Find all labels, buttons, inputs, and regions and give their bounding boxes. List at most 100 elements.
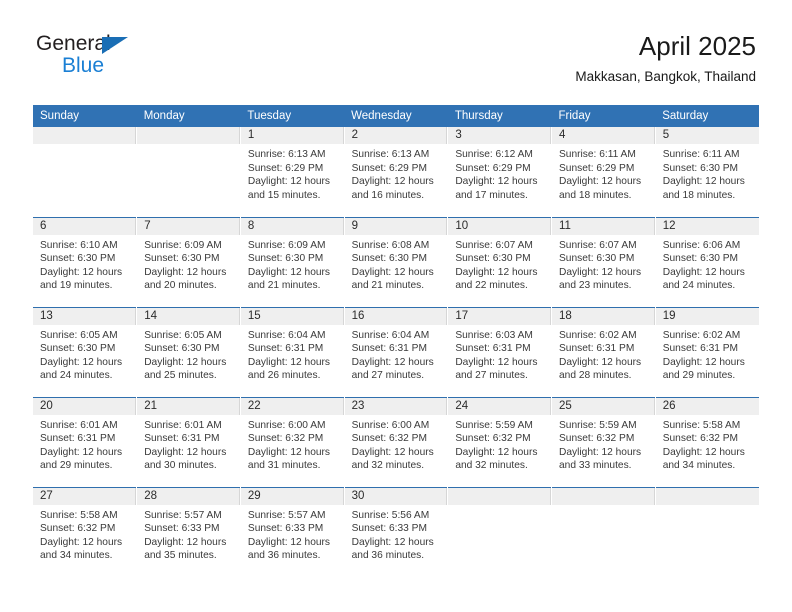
sunrise-text: Sunrise: 6:05 AM: [144, 329, 222, 341]
calendar-day-cell[interactable]: 25 Sunrise: 5:59 AM Sunset: 6:32 PM Dayligh…: [551, 396, 656, 487]
calendar-day-cell[interactable]: 14 Sunrise: 6:05 AM Sunset: 6:30 PM Dayligh…: [136, 306, 241, 397]
daylight-text: Daylight: 12 hours and 15 minutes.: [247, 176, 331, 201]
day-details: Sunrise: 5:58 AM Sunset: 6:32 PM Daylight:…: [655, 414, 759, 473]
day-details: Sunrise: 6:10 AM Sunset: 6:30 PM Daylight:…: [33, 234, 137, 293]
day-number: 3: [448, 127, 552, 144]
day-details: Sunrise: 6:11 AM Sunset: 6:30 PM Daylight:…: [655, 144, 759, 203]
sunset-text: Sunset: 6:30 PM: [662, 253, 739, 265]
location-subtitle: Makkasan, Bangkok, Thailand: [575, 69, 756, 84]
calendar-week-row: 13 Sunrise: 6:05 AM Sunset: 6:30 PM Dayligh…: [33, 306, 759, 397]
calendar-day-cell[interactable]: 15 Sunrise: 6:04 AM Sunset: 6:31 PM Dayligh…: [240, 306, 345, 397]
calendar-day-cell[interactable]: 9 Sunrise: 6:08 AM Sunset: 6:30 PM Daylight…: [344, 216, 449, 307]
day-details: Sunrise: 5:59 AM Sunset: 6:32 PM Daylight:…: [552, 414, 655, 473]
sunset-text: Sunset: 6:29 PM: [351, 162, 427, 174]
sunrise-text: Sunrise: 6:05 AM: [40, 329, 118, 341]
daylight-text: Daylight: 12 hours and 22 minutes.: [455, 266, 538, 292]
day-number: 29: [240, 487, 344, 505]
day-details: Sunrise: 6:09 AM Sunset: 6:30 PM Daylight:…: [137, 234, 240, 293]
calendar-day-cell[interactable]: 11 Sunrise: 6:07 AM Sunset: 6:30 PM Dayligh…: [551, 216, 656, 307]
calendar-day-cell[interactable]: 30 Sunrise: 5:56 AM Sunset: 6:33 PM Dayligh…: [344, 486, 449, 577]
calendar-day-cell[interactable]: 1 Sunrise: 6:13 AM Sunset: 6:29 PM Daylight…: [240, 127, 345, 217]
day-number: 14: [137, 307, 240, 325]
sunset-text: Sunset: 6:32 PM: [455, 433, 531, 445]
day-details: Sunrise: 6:06 AM Sunset: 6:30 PM Daylight:…: [655, 234, 759, 293]
sunset-text: Sunset: 6:31 PM: [40, 433, 116, 445]
daylight-text: Daylight: 12 hours and 31 minutes.: [247, 446, 331, 472]
calendar-day-cell[interactable]: 2 Sunrise: 6:13 AM Sunset: 6:29 PM Daylight…: [344, 127, 449, 217]
calendar-day-cell[interactable]: 12 Sunrise: 6:06 AM Sunset: 6:30 PM Dayligh…: [655, 216, 759, 307]
day-number: 2: [344, 127, 448, 144]
day-number: 13: [33, 307, 137, 325]
calendar-day-cell[interactable]: 5 Sunrise: 6:11 AM Sunset: 6:30 PM Daylight…: [655, 127, 759, 217]
calendar-day-cell[interactable]: 27 Sunrise: 5:58 AM Sunset: 6:32 PM Dayligh…: [33, 486, 138, 577]
calendar-day-cell[interactable]: 17 Sunrise: 6:03 AM Sunset: 6:31 PM Dayligh…: [447, 306, 553, 397]
calendar-cell-empty: [136, 127, 241, 217]
day-details: Sunrise: 6:05 AM Sunset: 6:30 PM Daylight:…: [33, 324, 137, 383]
sunrise-text: Sunrise: 6:12 AM: [455, 149, 533, 160]
logo-text-general: General: [36, 32, 111, 55]
sunset-text: Sunset: 6:32 PM: [351, 433, 427, 445]
calendar-day-cell[interactable]: 10 Sunrise: 6:07 AM Sunset: 6:30 PM Dayligh…: [447, 216, 553, 307]
daylight-text: Daylight: 12 hours and 36 minutes.: [351, 536, 434, 562]
day-number: 10: [448, 217, 552, 235]
sunset-text: Sunset: 6:33 PM: [144, 523, 220, 535]
day-number: 9: [344, 217, 448, 235]
calendar-day-cell[interactable]: 6 Sunrise: 6:10 AM Sunset: 6:30 PM Daylight…: [33, 216, 138, 307]
daylight-text: Daylight: 12 hours and 35 minutes.: [144, 536, 227, 562]
calendar-day-cell[interactable]: 28 Sunrise: 5:57 AM Sunset: 6:33 PM Dayligh…: [136, 486, 241, 577]
daylight-text: Daylight: 12 hours and 32 minutes.: [351, 446, 434, 472]
sunset-text: Sunset: 6:31 PM: [144, 433, 220, 445]
sunrise-text: Sunrise: 6:13 AM: [351, 149, 430, 160]
day-details: Sunrise: 6:01 AM Sunset: 6:31 PM Daylight:…: [137, 414, 240, 473]
day-details: Sunrise: 6:00 AM Sunset: 6:32 PM Daylight:…: [240, 414, 344, 473]
calendar-day-cell[interactable]: 29 Sunrise: 5:57 AM Sunset: 6:33 PM Dayligh…: [240, 486, 345, 577]
weekday-header-monday: Monday: [136, 105, 241, 127]
sunset-text: Sunset: 6:30 PM: [455, 253, 531, 265]
calendar-cell-empty: [551, 486, 656, 577]
sunset-text: Sunset: 6:32 PM: [662, 433, 739, 445]
calendar-day-cell[interactable]: 13 Sunrise: 6:05 AM Sunset: 6:30 PM Dayligh…: [33, 306, 138, 397]
day-number: 4: [552, 127, 655, 144]
day-details: Sunrise: 6:02 AM Sunset: 6:31 PM Daylight:…: [655, 324, 759, 383]
day-number: 7: [137, 217, 240, 235]
sunset-text: Sunset: 6:33 PM: [247, 523, 324, 535]
calendar-day-cell[interactable]: 23 Sunrise: 6:00 AM Sunset: 6:32 PM Dayligh…: [344, 396, 449, 487]
calendar-day-cell[interactable]: 21 Sunrise: 6:01 AM Sunset: 6:31 PM Dayligh…: [136, 396, 241, 487]
sunset-text: Sunset: 6:29 PM: [455, 162, 531, 174]
sunset-text: Sunset: 6:30 PM: [40, 253, 116, 265]
calendar-day-cell[interactable]: 20 Sunrise: 6:01 AM Sunset: 6:31 PM Dayligh…: [33, 396, 138, 487]
sunset-text: Sunset: 6:32 PM: [40, 523, 116, 535]
calendar-day-cell[interactable]: 22 Sunrise: 6:00 AM Sunset: 6:32 PM Dayligh…: [240, 396, 345, 487]
sunrise-text: Sunrise: 5:58 AM: [40, 509, 118, 521]
calendar-day-cell[interactable]: 26 Sunrise: 5:58 AM Sunset: 6:32 PM Dayligh…: [655, 396, 759, 487]
calendar-day-cell[interactable]: 18 Sunrise: 6:02 AM Sunset: 6:31 PM Dayligh…: [551, 306, 656, 397]
daylight-text: Daylight: 12 hours and 21 minutes.: [351, 266, 434, 292]
sunrise-text: Sunrise: 6:11 AM: [559, 149, 636, 160]
day-details: Sunrise: 6:04 AM Sunset: 6:31 PM Daylight:…: [240, 324, 344, 383]
day-details: Sunrise: 6:07 AM Sunset: 6:30 PM Daylight:…: [552, 234, 655, 293]
calendar-day-cell[interactable]: 24 Sunrise: 5:59 AM Sunset: 6:32 PM Dayligh…: [447, 396, 553, 487]
day-number: 12: [655, 217, 759, 235]
calendar-week-row: 20 Sunrise: 6:01 AM Sunset: 6:31 PM Dayligh…: [33, 396, 759, 487]
weekday-header-friday: Friday: [551, 105, 656, 127]
sunrise-text: Sunrise: 6:02 AM: [559, 329, 637, 341]
sunrise-text: Sunrise: 6:00 AM: [351, 419, 430, 431]
calendar-day-cell[interactable]: 16 Sunrise: 6:04 AM Sunset: 6:31 PM Dayligh…: [344, 306, 449, 397]
sunset-text: Sunset: 6:32 PM: [247, 433, 324, 445]
weekday-header-wednesday: Wednesday: [344, 105, 448, 127]
sunset-text: Sunset: 6:30 PM: [662, 162, 739, 174]
calendar-day-cell[interactable]: 19 Sunrise: 6:02 AM Sunset: 6:31 PM Dayligh…: [655, 306, 759, 397]
daylight-text: Daylight: 12 hours and 16 minutes.: [351, 176, 434, 201]
sunrise-text: Sunrise: 6:11 AM: [662, 149, 740, 160]
calendar-day-cell[interactable]: 4 Sunrise: 6:11 AM Sunset: 6:29 PM Daylight…: [551, 127, 656, 217]
calendar-day-cell[interactable]: 3 Sunrise: 6:12 AM Sunset: 6:29 PM Daylight…: [447, 127, 553, 217]
calendar-day-cell[interactable]: 8 Sunrise: 6:09 AM Sunset: 6:30 PM Daylight…: [240, 216, 345, 307]
sunset-text: Sunset: 6:30 PM: [559, 253, 635, 265]
day-number: 11: [552, 217, 655, 235]
daylight-text: Daylight: 12 hours and 20 minutes.: [144, 266, 227, 292]
day-details: Sunrise: 6:01 AM Sunset: 6:31 PM Daylight:…: [33, 414, 137, 473]
calendar-day-cell[interactable]: 7 Sunrise: 6:09 AM Sunset: 6:30 PM Daylight…: [136, 216, 241, 307]
calendar-cell-empty: [655, 486, 759, 577]
generalblue-logo[interactable]: General Blue: [36, 32, 236, 82]
day-details: Sunrise: 6:08 AM Sunset: 6:30 PM Daylight:…: [344, 234, 448, 293]
